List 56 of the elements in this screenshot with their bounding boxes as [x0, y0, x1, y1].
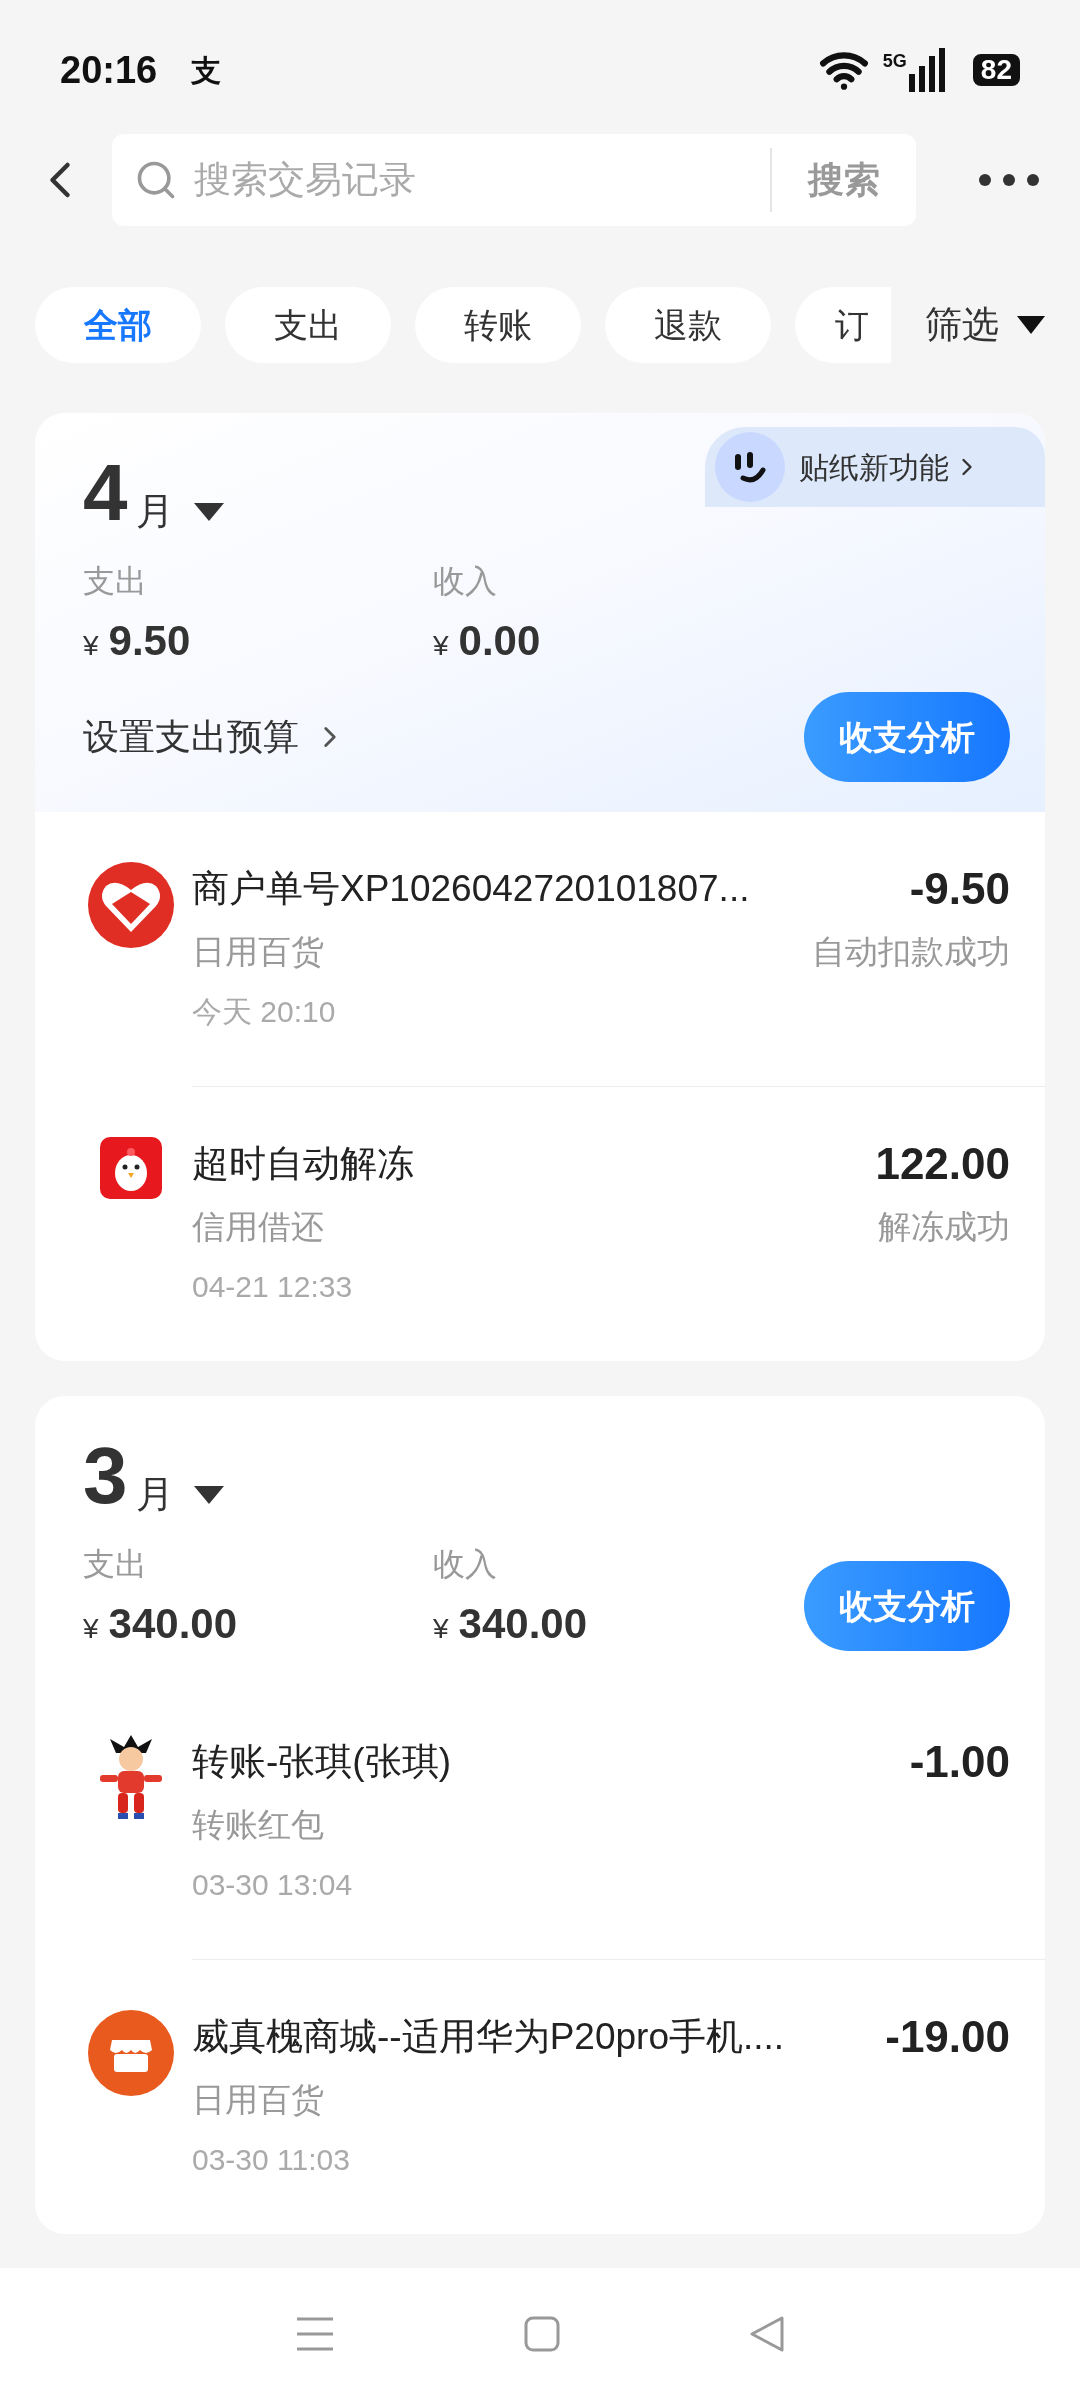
income-label: 收入	[433, 1545, 498, 1584]
transaction-title: 威真槐商城--适用华为P20pro手机....	[192, 2015, 786, 2059]
sticker-promo[interactable]: 贴纸新功能	[705, 427, 1045, 507]
app-glyph: 支	[191, 52, 222, 89]
transaction-category: 转账红包	[192, 1805, 325, 1845]
expense-amount: ¥ 340.00	[83, 1599, 239, 1649]
transaction-amount: -1.00	[909, 1737, 1010, 1787]
signal-icon	[908, 48, 945, 92]
analysis-button[interactable]: 收支分析	[804, 692, 1010, 782]
status-time: 20:16	[60, 47, 158, 93]
transaction-amount: -9.50	[909, 864, 1010, 914]
dropdown-triangle-icon[interactable]	[193, 503, 224, 523]
dropdown-triangle-icon[interactable]	[193, 1486, 224, 1506]
filter-button[interactable]: 筛选	[925, 297, 1045, 353]
budget-link[interactable]: 设置支出预算	[83, 710, 347, 764]
sticker-promo-text: 贴纸新功能	[799, 449, 949, 486]
network-type: 5G	[882, 50, 907, 73]
filter-chip[interactable]: 退款	[605, 287, 771, 363]
month-unit: 月	[135, 489, 174, 533]
filter-chip[interactable]: 订	[795, 287, 891, 363]
transaction-title: 商户单号XP1026042720101807...	[192, 867, 751, 911]
income-amount: ¥ 340.00	[433, 1599, 589, 1649]
filter-chip[interactable]: 全部	[35, 287, 201, 363]
smiley-sticker-icon	[715, 432, 785, 502]
transaction-time: 今天 20:10	[192, 994, 337, 1030]
transaction-status: 自动扣款成功	[812, 932, 1010, 972]
expense-amount: ¥ 9.50	[83, 616, 192, 666]
transaction-title: 转账-张琪(张琪)	[192, 1740, 452, 1784]
filter-chip[interactable]: 支出	[225, 287, 391, 363]
transaction-category: 信用借还	[192, 1207, 325, 1247]
expense-label: 支出	[83, 1545, 148, 1584]
chick-app-icon	[100, 1137, 162, 1199]
month-number: 4	[83, 453, 128, 533]
income-label: 收入	[433, 562, 498, 601]
transaction-title: 超时自动解冻	[192, 1142, 415, 1186]
dropdown-triangle-icon	[1017, 316, 1045, 334]
transaction-time: 03-30 11:03	[192, 2142, 351, 2178]
more-icon[interactable]	[978, 173, 1040, 187]
transaction-category: 日用百货	[192, 932, 325, 972]
transaction-amount: 122.00	[875, 1139, 1010, 1189]
battery-indicator: 82	[972, 54, 1020, 86]
month-number: 3	[83, 1436, 128, 1516]
transaction-time: 04-21 12:33	[192, 1269, 354, 1305]
month-unit: 月	[135, 1472, 174, 1516]
menu-icon[interactable]	[294, 2316, 335, 2352]
expense-label: 支出	[83, 562, 148, 601]
transaction-time: 03-30 13:04	[192, 1867, 354, 1903]
filter-chip[interactable]: 转账	[415, 287, 581, 363]
heart-logo-icon	[88, 862, 174, 948]
home-icon[interactable]	[524, 2316, 560, 2352]
income-amount: ¥ 0.00	[433, 616, 542, 666]
transaction-category: 日用百货	[192, 2080, 325, 2120]
transaction-amount: -19.00	[885, 2012, 1010, 2062]
transaction-status: 解冻成功	[878, 1207, 1010, 1247]
shop-icon	[88, 2010, 174, 2096]
analysis-button[interactable]: 收支分析	[804, 1561, 1010, 1651]
